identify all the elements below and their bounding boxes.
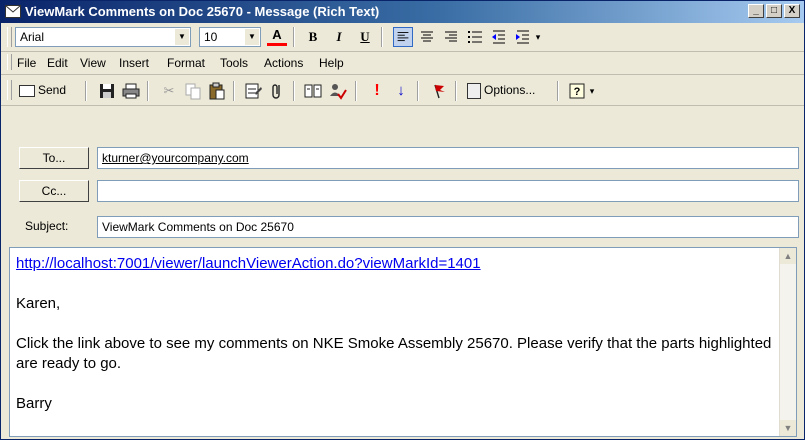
menu-view[interactable]: View [80,56,106,70]
toolbar-separator [233,81,235,101]
decrease-indent-icon[interactable] [489,27,509,47]
check-names-icon[interactable] [327,81,347,101]
toolbar-separator [293,27,295,47]
copy-icon[interactable] [183,81,203,101]
message-window: ViewMark Comments on Doc 25670 - Message… [0,0,805,440]
toolbar-options-chevron-icon[interactable]: ▾ [533,27,543,47]
italic-icon[interactable]: I [329,27,349,47]
menu-actions[interactable]: Actions [264,56,303,70]
svg-text:?: ? [574,86,581,98]
bold-icon[interactable]: B [303,27,323,47]
toolbar-separator [557,81,559,101]
help-icon[interactable]: ? [567,81,587,101]
envelope-icon [5,5,21,18]
font-size: 10 [204,30,218,44]
importance-low-icon[interactable]: ↓ [391,81,411,101]
font-select[interactable]: Arial ▼ [15,27,191,47]
chevron-down-icon[interactable]: ▼ [245,29,259,45]
bullets-icon[interactable] [465,27,485,47]
maximize-button[interactable]: □ [766,4,782,18]
align-center-icon[interactable] [417,27,437,47]
font-size-select[interactable]: 10 ▼ [199,27,261,47]
underline-icon[interactable]: U [355,27,375,47]
align-left-icon[interactable] [393,27,413,47]
chevron-down-icon[interactable]: ▼ [175,29,189,45]
menu-file[interactable]: File [17,56,36,70]
scroll-down-icon[interactable]: ▼ [780,420,796,436]
to-button[interactable]: To... [19,147,89,169]
close-button[interactable]: X [784,4,800,18]
menu-tools[interactable]: Tools [220,56,248,70]
greeting: Karen, [16,295,61,312]
toolbar-separator [381,27,383,47]
align-right-icon[interactable] [441,27,461,47]
title-bar: ViewMark Comments on Doc 25670 - Message… [1,1,804,23]
font-color-icon[interactable]: A [267,27,287,46]
flag-icon[interactable] [429,81,449,101]
menu-grip[interactable] [7,54,12,70]
print-icon[interactable] [121,81,141,101]
toolbar-grip[interactable] [7,27,12,47]
options-button[interactable]: Options... [463,79,539,101]
menu-format[interactable]: Format [167,56,205,70]
message-body[interactable]: http://localhost:7001/viewer/launchViewe… [9,247,797,437]
paste-icon[interactable] [207,81,227,101]
menu-insert[interactable]: Insert [119,56,149,70]
toolbar-separator [85,81,87,101]
window-title: ViewMark Comments on Doc 25670 - Message… [25,4,380,19]
toolbar-grip[interactable] [7,80,12,100]
toolbar-options-chevron-icon[interactable]: ▾ [587,81,597,101]
vertical-scrollbar[interactable]: ▲ ▼ [779,248,796,436]
cc-button[interactable]: Cc... [19,180,89,202]
send-icon [19,84,35,97]
subject-field[interactable]: ViewMark Comments on Doc 25670 [97,216,799,238]
save-icon[interactable] [97,81,117,101]
cut-icon[interactable]: ✂ [159,81,179,101]
address-book-icon[interactable] [243,81,263,101]
importance-high-icon[interactable]: ! [367,81,387,101]
toolbar-separator [293,81,295,101]
scroll-up-icon[interactable]: ▲ [780,248,796,264]
options-label: Options... [484,83,536,97]
to-field[interactable]: kturner@yourcompany.com [97,147,799,169]
toolbar-separator [355,81,357,101]
menu-help[interactable]: Help [319,56,344,70]
font-name: Arial [20,30,45,44]
attachment-icon[interactable] [267,81,287,101]
formatting-toolbar: Arial ▼ 10 ▼ A B I U ▾ [1,23,804,52]
increase-indent-icon[interactable] [513,27,533,47]
viewmark-link[interactable]: http://localhost:7001/viewer/launchViewe… [16,255,481,272]
send-label: Send [38,83,67,97]
message-text: Click the link above to see my comments … [16,335,772,372]
send-button[interactable]: Send [15,79,70,101]
to-recipient: kturner@yourcompany.com [102,151,249,165]
menu-bar: File Edit View Insert Format Tools Actio… [1,52,804,75]
options-icon [467,82,481,99]
toolbar-separator [417,81,419,101]
subject-label: Subject: [25,219,69,233]
toolbar-separator [147,81,149,101]
toolbar-separator [455,81,457,101]
signature: Barry [16,395,52,412]
standard-toolbar: Send ✂ ! ↓ Options... ? ▾ [1,75,804,106]
book-icon[interactable] [303,81,323,101]
minimize-button[interactable]: _ [748,4,764,18]
menu-edit[interactable]: Edit [47,56,68,70]
cc-field[interactable] [97,180,799,202]
